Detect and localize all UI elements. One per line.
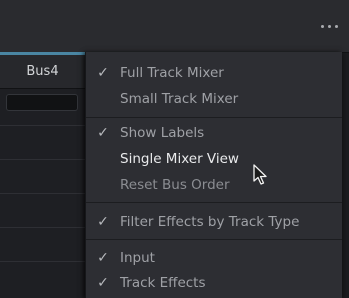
- mixer-strip-bus4: Bus4: [0, 52, 85, 298]
- menu-item-label: Input: [120, 250, 155, 266]
- strip-divider: [0, 193, 85, 194]
- menu-item-label: Small Track Mixer: [120, 91, 239, 107]
- mixer-header-bar: [0, 0, 349, 53]
- ellipsis-horizontal-icon: [320, 24, 338, 28]
- menu-item-label: Single Mixer View: [120, 151, 239, 167]
- menu-item-single-mixer-view[interactable]: Single Mixer View: [86, 146, 342, 172]
- strip-divider: [0, 159, 85, 160]
- menu-item-label: Reset Bus Order: [120, 177, 230, 193]
- more-options-button[interactable]: [309, 0, 349, 52]
- checkmark-icon: ✓: [97, 214, 109, 230]
- menu-item-filter-effects-by-track-type[interactable]: ✓ Filter Effects by Track Type: [86, 209, 342, 235]
- menu-item-label: Show Labels: [120, 125, 205, 141]
- menu-item-show-labels[interactable]: ✓ Show Labels: [86, 120, 342, 146]
- menu-item-input[interactable]: ✓ Input: [86, 245, 342, 271]
- strip-divider: [0, 125, 85, 126]
- checkmark-icon: ✓: [97, 250, 109, 266]
- menu-separator: [86, 202, 342, 203]
- checkmark-icon: ✓: [97, 65, 109, 81]
- menu-item-reset-bus-order[interactable]: Reset Bus Order: [86, 172, 342, 198]
- menu-item-full-track-mixer[interactable]: ✓ Full Track Mixer: [86, 60, 342, 86]
- mixer-options-menu: ✓ Full Track Mixer Small Track Mixer ✓ S…: [85, 52, 342, 298]
- bus-header[interactable]: Bus4: [0, 55, 85, 89]
- checkmark-icon: ✓: [97, 275, 109, 291]
- menu-item-small-track-mixer[interactable]: Small Track Mixer: [86, 86, 342, 112]
- bus-input-field[interactable]: [6, 94, 78, 111]
- menu-item-label: Full Track Mixer: [120, 65, 224, 81]
- strip-divider: [0, 227, 85, 228]
- arrow-pointer-icon: [253, 164, 267, 185]
- menu-item-label: Filter Effects by Track Type: [120, 214, 300, 230]
- checkmark-icon: ✓: [97, 125, 109, 141]
- bus-label: Bus4: [26, 64, 59, 79]
- strip-divider: [0, 261, 85, 262]
- menu-item-label: Track Effects: [120, 275, 206, 291]
- menu-separator: [86, 117, 342, 118]
- menu-separator: [86, 239, 342, 240]
- menu-item-track-effects[interactable]: ✓ Track Effects: [86, 270, 342, 296]
